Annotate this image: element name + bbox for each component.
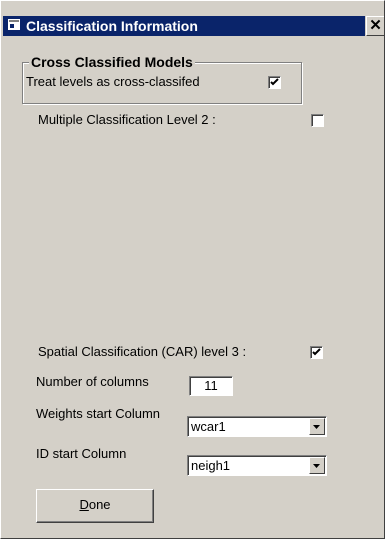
weights-dropdown-button[interactable] xyxy=(309,418,325,435)
window-title: Classification Information xyxy=(26,18,198,34)
id-start-column-value: neigh1 xyxy=(191,458,231,473)
chevron-down-icon xyxy=(313,464,320,468)
treat-cross-classified-label: Treat levels as cross-classifed xyxy=(26,74,200,89)
number-of-columns-input[interactable]: 11 xyxy=(189,376,233,396)
weights-start-column-select[interactable]: wcar1 xyxy=(187,416,327,437)
weights-start-column-label: Weights start Column xyxy=(36,406,161,421)
done-button-mnemonic: D xyxy=(79,497,89,512)
cross-classified-group-title: Cross Classified Models xyxy=(29,54,195,70)
id-dropdown-button[interactable] xyxy=(309,457,325,474)
multiple-classification-checkbox[interactable] xyxy=(311,114,324,127)
spatial-classification-checkbox[interactable] xyxy=(310,346,323,359)
close-icon: ✕ xyxy=(369,17,382,34)
multiple-classification-label: Multiple Classification Level 2 : xyxy=(38,112,216,127)
id-start-column-label: ID start Column xyxy=(36,446,127,461)
title-bar[interactable]: Classification Information xyxy=(3,16,365,36)
check-mark-icon xyxy=(270,78,279,86)
spatial-classification-label: Spatial Classification (CAR) level 3 : xyxy=(38,344,247,359)
done-button[interactable]: Done xyxy=(36,489,154,523)
done-button-label: one xyxy=(88,497,111,512)
weights-start-column-value: wcar1 xyxy=(191,419,226,434)
close-button[interactable]: ✕ xyxy=(366,16,385,36)
window-app-icon xyxy=(8,19,20,30)
chevron-down-icon xyxy=(313,425,320,429)
classification-window: Classification Information ✕ Cross Class… xyxy=(0,0,385,539)
number-of-columns-label: Number of columns xyxy=(36,374,149,389)
id-start-column-select[interactable]: neigh1 xyxy=(187,455,327,476)
check-mark-icon xyxy=(312,348,321,356)
treat-cross-classified-checkbox[interactable] xyxy=(268,76,281,89)
